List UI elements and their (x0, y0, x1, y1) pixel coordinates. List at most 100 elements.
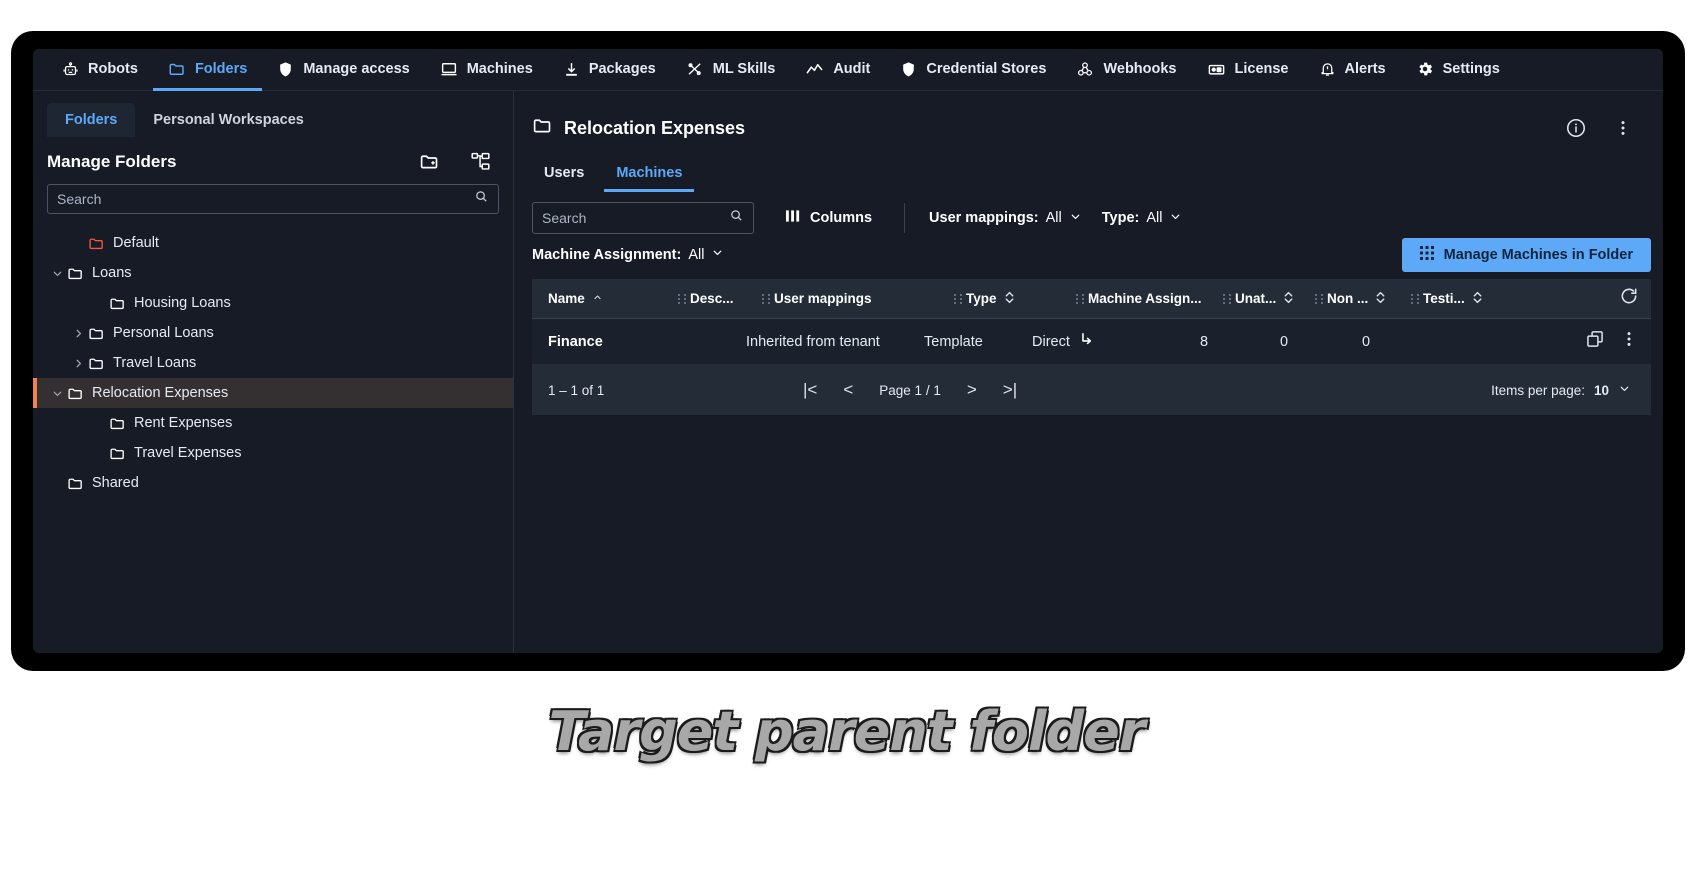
more-vertical-icon[interactable] (1619, 329, 1639, 354)
column-header-name[interactable]: Name (548, 291, 676, 306)
nav-item-alerts[interactable]: Alerts (1304, 50, 1401, 91)
filter-value: All (1146, 210, 1162, 226)
column-resize-grip[interactable] (676, 292, 690, 306)
search-input[interactable] (542, 210, 729, 226)
info-icon[interactable] (1565, 117, 1587, 139)
nav-item-credential-stores[interactable]: Credential Stores (885, 50, 1061, 91)
sidebar-tab-folders[interactable]: Folders (47, 103, 135, 137)
table-row[interactable]: FinanceInherited from tenantTemplateDire… (532, 319, 1651, 365)
next-page-button[interactable]: > (967, 380, 977, 400)
filter-machine-assignment[interactable]: Machine Assignment: All (532, 246, 724, 263)
sidebar-search-box[interactable] (47, 184, 499, 214)
chevron-right-icon[interactable] (68, 327, 88, 340)
sidebar-tab-personal-workspaces[interactable]: Personal Workspaces (135, 103, 321, 137)
pagination-nav: |< < Page 1 / 1 > >| (803, 380, 1017, 400)
nav-item-machines[interactable]: Machines (425, 50, 548, 91)
nav-item-settings[interactable]: Settings (1401, 50, 1515, 91)
tree-item-rent-expenses[interactable]: Rent Expenses (33, 408, 513, 438)
refresh-icon[interactable] (1619, 286, 1639, 311)
robot-icon (62, 61, 79, 78)
last-page-button[interactable]: >| (1003, 380, 1017, 400)
chevron-down-icon (1618, 382, 1631, 398)
items-per-page-control[interactable]: Items per page: 10 (1491, 382, 1631, 398)
chevron-down-icon[interactable] (47, 387, 67, 400)
nav-item-ml-skills[interactable]: ML Skills (671, 50, 791, 91)
manage-machines-in-folder-button[interactable]: Manage Machines in Folder (1402, 238, 1651, 272)
folder-icon (88, 325, 105, 342)
chevron-down-icon[interactable] (47, 267, 67, 280)
nav-label: ML Skills (713, 61, 776, 77)
previous-page-button[interactable]: < (843, 380, 853, 400)
search-icon (729, 208, 744, 228)
folder-icon (168, 60, 186, 78)
tree-item-label: Travel Expenses (134, 445, 241, 461)
sort-toggle-icon[interactable] (1283, 291, 1294, 307)
tree-item-default[interactable]: Default (33, 228, 513, 258)
shield-icon (277, 61, 294, 78)
column-resize-grip[interactable] (1313, 292, 1327, 306)
column-resize-grip[interactable] (1409, 292, 1423, 306)
column-resize-grip[interactable] (760, 292, 774, 306)
folders-sidebar: Folders Personal Workspaces Manage Folde… (33, 91, 514, 653)
ml-skills-icon (686, 60, 704, 78)
page-title: Manage Folders (47, 152, 176, 172)
annotation-caption: Target parent folder (0, 700, 1693, 763)
column-header-testi[interactable]: Testi... (1423, 291, 1505, 307)
column-header-non[interactable]: Non ... (1327, 291, 1409, 307)
tree-item-loans[interactable]: Loans (33, 258, 513, 288)
column-header-type[interactable]: Type (966, 291, 1074, 307)
nav-item-packages[interactable]: Packages (548, 50, 671, 91)
tree-item-travel-loans[interactable]: Travel Loans (33, 348, 513, 378)
sort-toggle-icon[interactable] (1375, 291, 1386, 307)
filter-type[interactable]: Type: All (1102, 210, 1183, 227)
column-resize-grip[interactable] (1074, 292, 1088, 306)
nav-item-audit[interactable]: Audit (790, 50, 885, 91)
tab-users[interactable]: Users (532, 159, 596, 192)
folder-icon (109, 415, 126, 432)
tab-machines[interactable]: Machines (604, 159, 694, 192)
column-header-assign[interactable]: Machine Assign... (1088, 291, 1221, 306)
filter-user-mappings[interactable]: User mappings: All (929, 210, 1082, 227)
search-input[interactable] (57, 191, 474, 207)
copy-icon[interactable] (1585, 329, 1605, 354)
table-toolbar-secondary: Machine Assignment: All Manage Machines … (514, 234, 1663, 263)
column-header-desc[interactable]: Desc... (690, 291, 760, 306)
nav-item-webhooks[interactable]: Webhooks (1061, 50, 1191, 91)
sort-toggle-icon[interactable] (1004, 291, 1015, 307)
column-resize-grip[interactable] (952, 292, 966, 306)
columns-icon (786, 209, 801, 227)
nav-label: Alerts (1345, 61, 1386, 77)
columns-button[interactable]: Columns (768, 209, 890, 227)
nav-label: Robots (88, 61, 138, 77)
tree-item-label: Shared (92, 475, 139, 491)
tree-item-relocation-expenses[interactable]: Relocation Expenses (33, 378, 513, 408)
tree-item-housing-loans[interactable]: Housing Loans (33, 288, 513, 318)
sort-toggle-icon[interactable] (1472, 291, 1483, 307)
first-page-button[interactable]: |< (803, 380, 817, 400)
tree-item-shared[interactable]: Shared (33, 468, 513, 498)
table-search-box[interactable] (532, 202, 754, 234)
tree-item-label: Personal Loans (113, 325, 214, 341)
monitor-icon (440, 60, 458, 78)
nav-item-manage-access[interactable]: Manage access (262, 50, 424, 91)
column-header-map[interactable]: User mappings (774, 291, 952, 306)
org-chart-icon[interactable] (470, 151, 491, 172)
more-vertical-icon[interactable] (1613, 118, 1633, 138)
items-per-page-label: Items per page: (1491, 383, 1585, 398)
tree-item-travel-expenses[interactable]: Travel Expenses (33, 438, 513, 468)
chevron-right-icon[interactable] (68, 357, 88, 370)
filter-label: Machine Assignment: (532, 247, 681, 263)
column-resize-grip[interactable] (1221, 292, 1235, 306)
column-header-unat[interactable]: Unat... (1235, 291, 1313, 307)
main-panel: Relocation Expenses Users (514, 91, 1663, 653)
nav-item-license[interactable]: License (1192, 50, 1304, 91)
device-frame: Robots Folders Manage access (11, 31, 1685, 671)
inherit-arrow-icon (1078, 331, 1095, 352)
column-header-label: User mappings (774, 291, 872, 306)
nav-item-robots[interactable]: Robots (47, 50, 153, 91)
nav-item-folders[interactable]: Folders (153, 50, 262, 91)
sort-ascending-icon[interactable] (592, 293, 603, 305)
tree-item-personal-loans[interactable]: Personal Loans (33, 318, 513, 348)
add-folder-icon[interactable] (419, 151, 440, 172)
folder-icon (109, 295, 126, 312)
